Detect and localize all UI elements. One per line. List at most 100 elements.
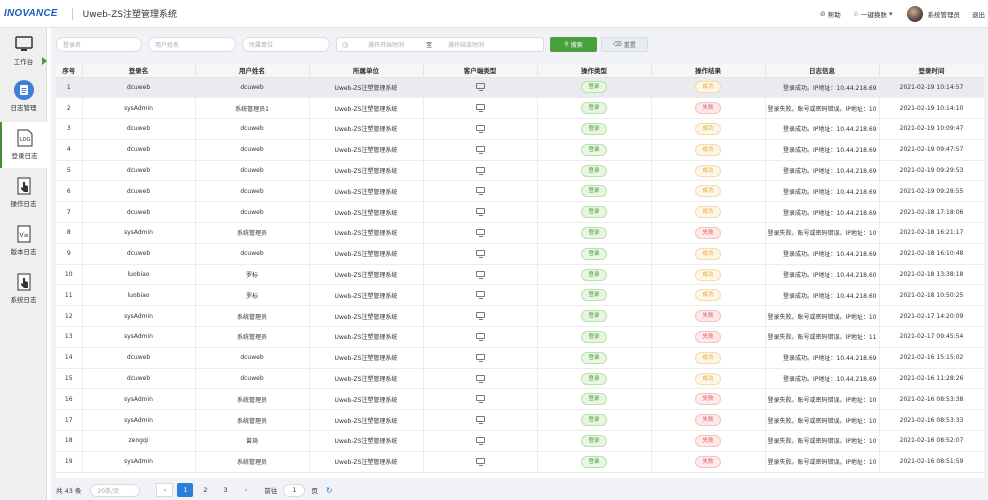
table-cell: 13 <box>56 326 83 348</box>
table-cell <box>423 451 538 473</box>
table-cell: 登录 <box>537 305 652 328</box>
table-row[interactable]: 12 sysAdmin 系统管理员 Uweb-ZS注塑管理系统 登录 失败 登录失败。账号或… <box>56 305 984 328</box>
sidebar-item-label: 操作日志 <box>10 200 37 208</box>
table-cell: 2021-02-19 09:29:53 <box>879 160 984 182</box>
table-row[interactable]: 9 dcuweb dcuweb Uweb-ZS注塑管理系统 登录 成功 登录成功。IP地址：… <box>56 243 984 265</box>
table-cell: 登录 <box>537 222 652 244</box>
sidebar-item-operation-log[interactable]: 操作日志 <box>0 170 47 216</box>
table-cell: Uweb-ZS注塑管理系统 <box>309 243 424 265</box>
monitor-icon <box>475 291 485 300</box>
operation-type-tag: 登录 <box>581 143 607 156</box>
table-cell: 4 <box>56 139 83 161</box>
column-header[interactable]: 登录时间 <box>879 63 984 78</box>
reset-button[interactable]: ⌫ 重置 <box>601 37 648 52</box>
table-row[interactable]: 2 sysAdmin 系统管理员1 Uweb-ZS注塑管理系统 登录 失败 登录失败。账号或… <box>56 97 984 120</box>
table-cell: 登录失败。账号或密码错误。IP地址：10 <box>765 388 880 411</box>
table-row[interactable]: 10 luobiao 罗标 Uweb-ZS注塑管理系统 登录 成功 登录成功。IP地址：10… <box>56 264 984 286</box>
main-content: 登录名 用户姓名 所属单位 ◷ 操作开始时间 至 操作结束时间 ⚲ 搜索 ⌫ 重置 … <box>51 28 988 500</box>
table-cell: 登录 <box>537 77 652 99</box>
date-range-picker[interactable]: ◷ 操作开始时间 至 操作结束时间 <box>336 37 544 52</box>
chevron-right-icon: › <box>244 486 248 494</box>
unit-placeholder: 所属单位 <box>249 42 274 49</box>
top-bar: INOVANCE Uweb-ZS注塑管理系统 ⊘ 帮助 ♧ 一键换肤 ▾ 系统管理员 … <box>0 0 988 28</box>
sidebar-item-login-log[interactable]: LOG 登录日志 <box>0 122 47 168</box>
table-row[interactable]: 13 sysAdmin 系统管理员 Uweb-ZS注塑管理系统 登录 失败 登录失败。账号或… <box>56 326 984 348</box>
result-status-tag: 失败 <box>695 414 721 427</box>
result-status-tag: 成功 <box>695 268 721 281</box>
table-row[interactable]: 7 dcuweb dcuweb Uweb-ZS注塑管理系统 登录 成功 登录成功。IP地址：… <box>56 201 984 224</box>
operation-type-tag: 登录 <box>581 206 607 219</box>
search-button[interactable]: ⚲ 搜索 <box>550 37 597 52</box>
refresh-icon[interactable]: ↻ <box>326 486 333 495</box>
sidebar-item-label: 系统日志 <box>10 296 37 304</box>
table-cell: sysAdmin <box>82 451 196 473</box>
page-number[interactable]: 3 <box>217 483 233 497</box>
table-row[interactable]: 16 sysAdmin 系统管理员 Uweb-ZS注塑管理系统 登录 失败 登录失败。账号或… <box>56 388 984 411</box>
page-number[interactable]: 1 <box>177 483 194 497</box>
operation-type-tag: 登录 <box>581 351 607 364</box>
table-cell: 登录成功。IP地址：10.44.218.69 <box>765 180 880 203</box>
table-cell: Uweb-ZS注塑管理系统 <box>309 97 424 120</box>
table-cell: 成功 <box>651 201 766 224</box>
table-cell: 登录 <box>537 139 652 161</box>
table-cell: 2021-02-18 10:50:25 <box>879 284 984 307</box>
table-row[interactable]: 4 dcuweb dcuweb Uweb-ZS注塑管理系统 登录 成功 登录成功。IP地址：… <box>56 139 984 161</box>
table-row[interactable]: 19 sysAdmin 系统管理员 Uweb-ZS注塑管理系统 登录 失败 登录失败。账号或… <box>56 451 984 473</box>
table-cell: 2021-02-18 16:10:48 <box>879 243 984 265</box>
table-cell: 登录 <box>537 243 652 265</box>
login-name-input[interactable]: 登录名 <box>56 37 142 52</box>
table-cell: dcuweb <box>195 139 310 161</box>
sidebar-item-workbench[interactable]: 工作台 <box>0 28 47 74</box>
table-row[interactable]: 14 dcuweb dcuweb Uweb-ZS注塑管理系统 登录 成功 登录成功。IP地址… <box>56 347 984 369</box>
svg-text:LOG: LOG <box>20 137 31 143</box>
help-icon: ⊘ <box>819 10 826 18</box>
skin-switch-button[interactable]: ♧ 一键换肤 ▾ <box>853 9 895 19</box>
column-header: 登录名 <box>82 63 196 78</box>
table-cell: 成功 <box>651 118 766 140</box>
page-size-select[interactable]: 20条/页 <box>90 483 141 497</box>
user-name-input[interactable]: 用户姓名 <box>148 37 236 52</box>
table-row[interactable]: 1 dcuweb dcuweb Uweb-ZS注塑管理系统 登录 成功 登录成功。IP地址：… <box>56 77 984 99</box>
table-cell <box>423 180 538 203</box>
table-row[interactable]: 18 zengqi 曾琦 Uweb-ZS注塑管理系统 登录 失败 登录失败。账号或密码错误。… <box>56 430 984 452</box>
monitor-icon <box>475 124 485 133</box>
sidebar-item-version-log[interactable]: V≥ 版本日志 <box>0 218 47 264</box>
page-number[interactable]: 2 <box>197 483 213 497</box>
user-menu[interactable]: 系统管理员 <box>906 6 960 22</box>
help-link[interactable]: ⊘ 帮助 <box>820 9 841 19</box>
table-row[interactable]: 5 dcuweb dcuweb Uweb-ZS注塑管理系统 登录 成功 登录成功。IP地址：… <box>56 160 984 182</box>
sidebar-item-system-log[interactable]: 系统日志 <box>0 266 47 312</box>
table-row[interactable]: 15 dcuweb dcuweb Uweb-ZS注塑管理系统 登录 成功 登录成功。IP地址… <box>56 368 984 390</box>
table-cell: Uweb-ZS注塑管理系统 <box>309 388 424 411</box>
table-row[interactable]: 3 dcuweb dcuweb Uweb-ZS注塑管理系统 登录 成功 登录成功。IP地址：… <box>56 118 984 140</box>
table-cell: 7 <box>56 201 83 224</box>
table-cell: Uweb-ZS注塑管理系统 <box>309 77 424 99</box>
table-cell: 成功 <box>651 77 766 99</box>
table-cell: 登录 <box>537 430 652 452</box>
chevron-left-icon: ‹ <box>163 486 167 494</box>
sidebar-item-log-management[interactable]: 日志管理 <box>0 74 47 120</box>
table-cell: dcuweb <box>82 77 196 99</box>
table-row[interactable]: 11 luobiao 罗标 Uweb-ZS注塑管理系统 登录 成功 登录成功。IP地址：10… <box>56 284 984 307</box>
monitor-icon <box>475 312 485 321</box>
table-row[interactable]: 17 sysAdmin 系统管理员 Uweb-ZS注塑管理系统 登录 失败 登录失败。账号或… <box>56 409 984 432</box>
unit-input[interactable]: 所属单位 <box>242 37 330 52</box>
monitor-icon <box>475 416 485 425</box>
table-row[interactable]: 6 dcuweb dcuweb Uweb-ZS注塑管理系统 登录 成功 登录成功。IP地址：… <box>56 180 984 203</box>
result-status-tag: 成功 <box>695 164 721 177</box>
start-time-placeholder: 操作开始时间 <box>368 42 405 49</box>
prev-page-button[interactable]: ‹ <box>156 483 174 497</box>
logout-link[interactable]: 退出 <box>972 9 985 19</box>
table-cell: 8 <box>56 222 83 244</box>
table-cell <box>423 347 538 369</box>
operation-type-tag: 登录 <box>581 310 607 323</box>
table-cell: 成功 <box>651 347 766 369</box>
monitor-icon <box>475 166 485 175</box>
operation-type-tag: 登录 <box>581 226 607 239</box>
next-page-button[interactable]: › <box>237 483 254 497</box>
table-cell: Uweb-ZS注塑管理系统 <box>309 409 424 432</box>
result-status-tag: 成功 <box>695 206 721 219</box>
goto-page-input[interactable]: 1 <box>283 483 306 497</box>
table-cell: 登录失败。账号或密码错误。IP地址：10 <box>765 409 880 432</box>
table-row[interactable]: 8 sysAdmin 系统管理员 Uweb-ZS注塑管理系统 登录 失败 登录失败。账号或密… <box>56 222 984 244</box>
